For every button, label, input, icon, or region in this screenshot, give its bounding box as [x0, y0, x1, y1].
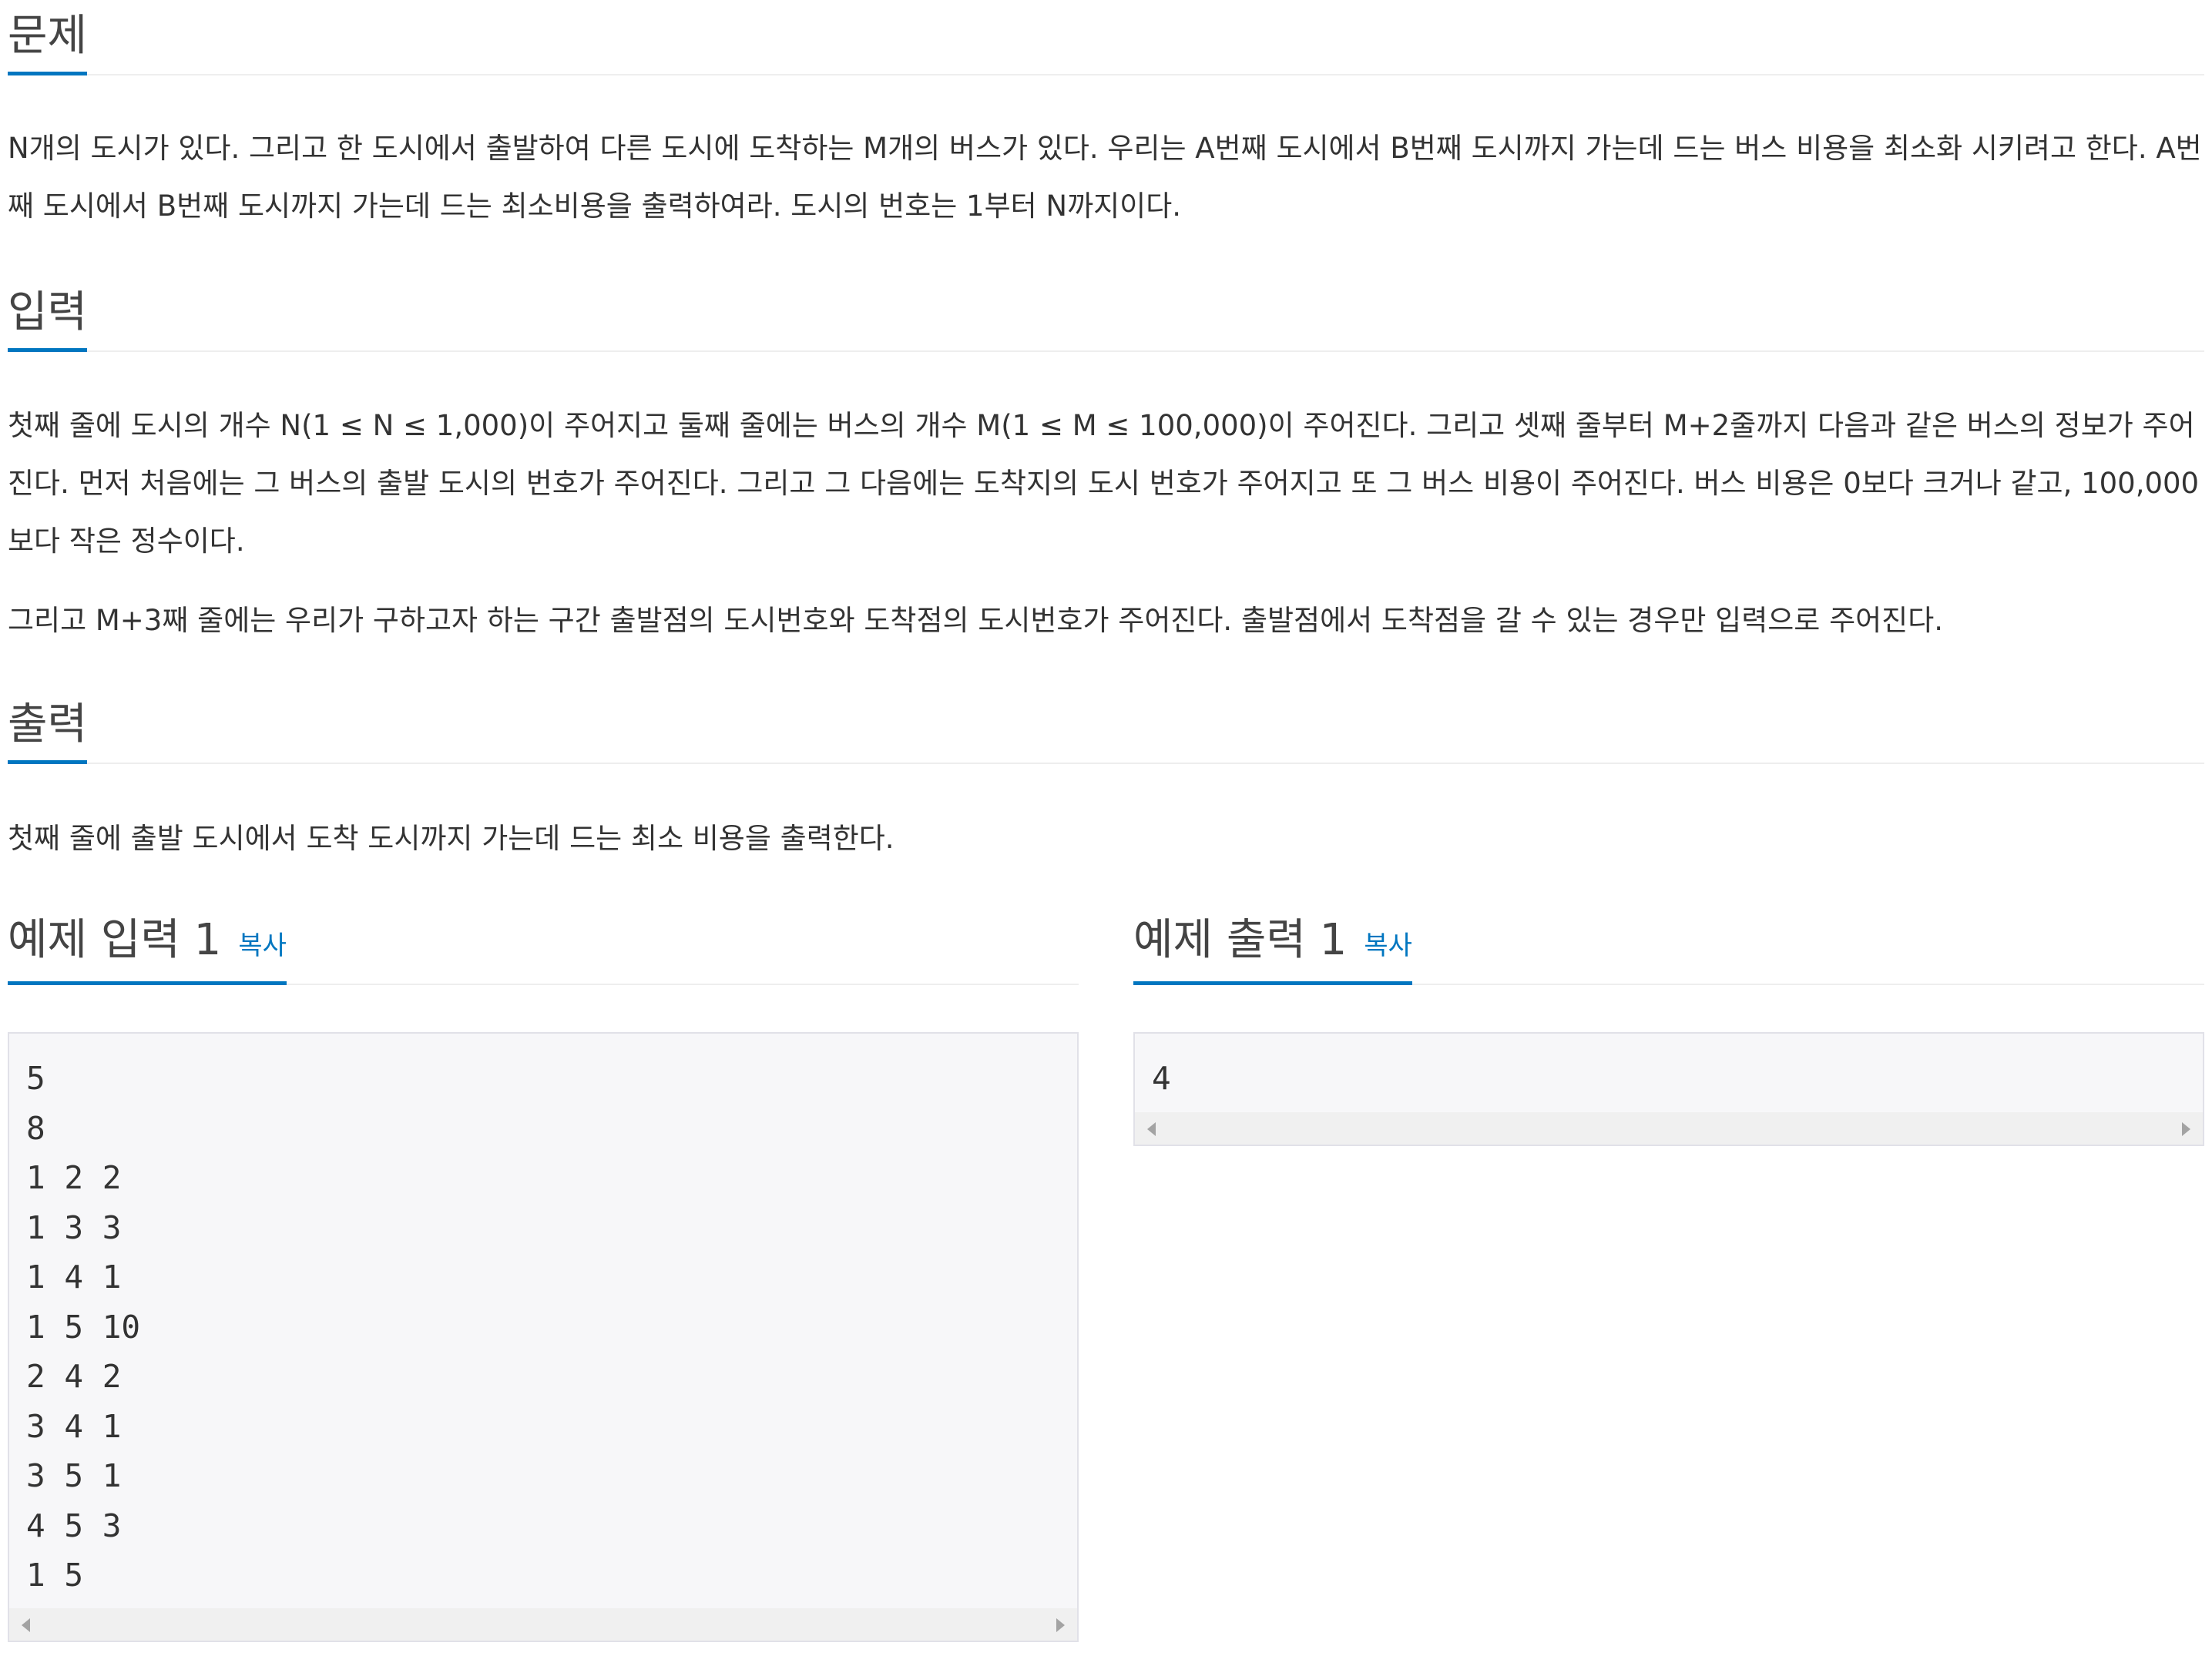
sample-output-header: 예제 출력 1 복사 [1133, 910, 2204, 985]
sample-output-copy-button[interactable]: 복사 [1364, 930, 1412, 961]
problem-section-header: 문제 [8, 0, 2204, 75]
sample-input-content: 5 8 1 2 2 1 3 3 1 4 1 1 5 10 2 4 2 3 4 1… [26, 1060, 141, 1594]
input-description: 첫째 줄에 도시의 개수 N(1 ≤ N ≤ 1,000)이 주어지고 둘째 줄… [8, 409, 2200, 558]
output-section-header: 출력 [8, 689, 2204, 764]
sample-input-scrollbar[interactable] [9, 1608, 1077, 1641]
input-section-header: 입력 [8, 277, 2204, 352]
sample-output-heading: 예제 출력 1 복사 [1133, 910, 1412, 985]
output-heading: 출력 [8, 694, 88, 764]
output-description: 첫째 줄에 출발 도시에서 도착 도시까지 가는데 드는 최소 비용을 출력한다… [8, 822, 895, 855]
scroll-right-arrow-icon[interactable] [1056, 1618, 1065, 1632]
sample-output-scrollbar[interactable] [1135, 1112, 2203, 1145]
sample-output-title: 예제 출력 1 [1133, 915, 1348, 965]
sample-input-header: 예제 입력 1 복사 [8, 910, 1079, 985]
scroll-left-arrow-icon[interactable] [1147, 1122, 1156, 1136]
scroll-left-arrow-icon[interactable] [22, 1618, 30, 1632]
sample-output-content: 4 [1152, 1060, 1171, 1097]
sample-input-copy-button[interactable]: 복사 [238, 930, 287, 961]
sample-input-heading: 예제 입력 1 복사 [8, 910, 287, 985]
problem-description: N개의 도시가 있다. 그리고 한 도시에서 출발하여 다른 도시에 도착하는 … [8, 132, 2202, 223]
problem-page: 문제 N개의 도시가 있다. 그리고 한 도시에서 출발하여 다른 도시에 도착… [0, 0, 2212, 1656]
sample-input-box[interactable]: 5 8 1 2 2 1 3 3 1 4 1 1 5 10 2 4 2 3 4 1… [8, 1032, 1079, 1642]
input-heading: 입력 [8, 282, 88, 352]
sample-output-box[interactable]: 4 [1133, 1032, 2204, 1146]
scroll-right-arrow-icon[interactable] [2182, 1122, 2190, 1136]
sample-input-title: 예제 입력 1 [8, 915, 222, 965]
input-description-2: 그리고 M+3째 줄에는 우리가 구하고자 하는 구간 출발점의 도시번호와 도… [8, 604, 1944, 637]
problem-heading: 문제 [8, 5, 88, 75]
